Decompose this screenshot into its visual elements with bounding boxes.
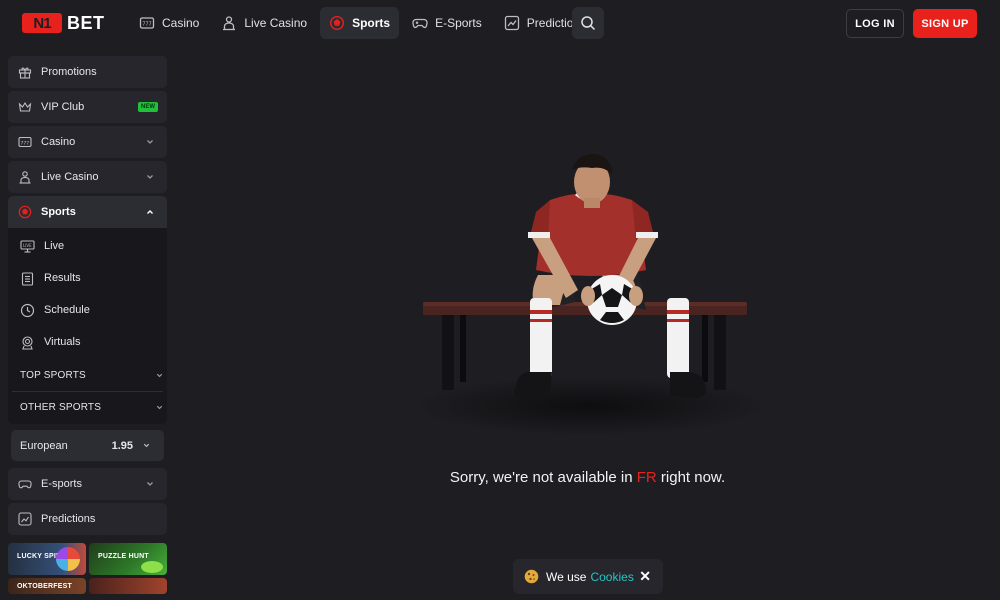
chevron-down-icon (156, 373, 163, 377)
promo-label: PUZZLE HUNT (98, 553, 149, 560)
gamepad-icon (412, 18, 428, 28)
cookie-icon (524, 569, 539, 584)
dealer-icon (223, 16, 236, 31)
geo-restriction-message: Sorry, we're not available in FR right n… (400, 469, 775, 486)
promo-lucky-spin[interactable]: LUCKY SPIN (8, 543, 86, 575)
nav-esports[interactable]: E-Sports (403, 7, 491, 39)
chevron-down-icon (147, 175, 153, 179)
promo-puzzle-hunt[interactable]: PUZZLE HUNT (89, 543, 167, 575)
chevron-down-icon (156, 405, 163, 409)
sidebar-item-casino[interactable]: 777 Casino (8, 126, 167, 158)
sports-submenu: LIVE Live Results Schedule Virtuals TOP … (8, 228, 167, 424)
clipboard-icon (21, 271, 34, 286)
svg-text:777: 777 (142, 22, 152, 28)
gift-icon (18, 67, 32, 79)
chevron-up-icon (147, 210, 153, 214)
top-sports-label: TOP SPORTS (20, 369, 86, 381)
sidebar-item-label: Predictions (41, 513, 96, 525)
other-sports-toggle[interactable]: OTHER SPORTS (20, 398, 163, 416)
chevron-down-icon (147, 482, 153, 486)
trend-chart-icon (18, 512, 32, 526)
country-code: FR (636, 469, 657, 486)
clock-icon (20, 303, 35, 317)
divider (12, 391, 163, 392)
sidebar-item-vip-club[interactable]: VIP Club NEW (8, 91, 167, 123)
top-header: N1 BET 777 Casino Live Casino Sports E-S… (0, 0, 1000, 46)
crown-icon (18, 101, 32, 112)
new-badge: NEW (138, 102, 158, 112)
svg-text:LIVE: LIVE (23, 242, 32, 247)
nav-sports[interactable]: Sports (320, 7, 400, 39)
login-button[interactable]: LOG IN (846, 9, 904, 38)
svg-text:777: 777 (21, 140, 30, 146)
slot-machine-icon: 777 (139, 17, 155, 29)
sub-item-label: Schedule (44, 304, 90, 316)
message-before: Sorry, we're not available in (449, 469, 637, 486)
search-button[interactable] (572, 7, 604, 39)
sidebar-item-label: Live Casino (41, 171, 99, 183)
close-icon[interactable]: ✕ (639, 568, 651, 585)
sub-item-label: Results (44, 272, 81, 284)
chevron-down-icon (147, 140, 153, 144)
puzzle-piece-icon (141, 561, 163, 573)
promo-tile[interactable] (89, 578, 167, 594)
sidebar-item-label: Casino (41, 136, 76, 148)
nav-casino[interactable]: 777 Casino (130, 7, 208, 39)
soccer-ball-icon (18, 205, 32, 219)
chevron-down-icon (143, 443, 150, 448)
message-after: right now. (656, 469, 726, 486)
odds-format-value: 1.95 (111, 439, 133, 452)
signup-button[interactable]: SIGN UP (913, 9, 977, 38)
nav-live-casino[interactable]: Live Casino (212, 7, 316, 39)
n1bet-logo[interactable]: N1 BET (22, 12, 105, 34)
odds-format-select[interactable]: European 1.95 (11, 430, 164, 461)
slot-machine-icon: 777 (18, 136, 32, 148)
trend-chart-icon (504, 15, 519, 31)
sub-item-label: Virtuals (44, 336, 81, 348)
live-tv-icon: LIVE (20, 239, 35, 253)
player-on-bench-image (423, 154, 747, 398)
nav-label: E-Sports (435, 16, 482, 30)
nav-label: Casino (162, 16, 200, 30)
promo-oktoberfest[interactable]: OKTOBERFEST (8, 578, 86, 594)
logo-text: BET (67, 12, 105, 33)
nav-label: Live Casino (244, 16, 308, 30)
cookie-text: We use (546, 569, 587, 584)
virtual-headset-icon (22, 335, 33, 350)
nav-label: Sports (352, 16, 391, 30)
sub-item-label: Live (44, 240, 65, 252)
search-icon (581, 16, 596, 31)
sub-item-virtuals[interactable]: Virtuals (20, 332, 80, 352)
spin-wheel-icon (56, 547, 80, 571)
sidebar-item-live-casino[interactable]: Live Casino (8, 161, 167, 193)
sad-player-illustration (400, 140, 780, 440)
soccer-ball-icon (330, 15, 345, 31)
other-sports-label: OTHER SPORTS (20, 401, 102, 413)
sidebar-item-label: Sports (41, 206, 76, 218)
cookie-link[interactable]: Cookies (590, 570, 633, 584)
dealer-icon (19, 171, 31, 184)
cookie-banner: We use Cookies ✕ (513, 559, 663, 594)
sidebar-item-predictions[interactable]: Predictions (8, 503, 167, 535)
logo-mark: N1 (22, 13, 62, 33)
gamepad-icon (18, 480, 32, 489)
sidebar-item-esports[interactable]: E-sports (8, 468, 167, 500)
main-nav: 777 Casino Live Casino Sports E-Sports P… (130, 7, 595, 39)
sub-item-live[interactable]: LIVE Live (20, 236, 64, 256)
sidebar-item-label: E-sports (41, 478, 82, 490)
sidebar-item-sports[interactable]: Sports (8, 196, 167, 228)
sidebar-item-label: Promotions (41, 66, 97, 78)
sub-item-results[interactable]: Results (20, 268, 81, 288)
odds-format-label: European (20, 439, 68, 452)
promo-label: OKTOBERFEST (17, 583, 72, 590)
top-sports-toggle[interactable]: TOP SPORTS (20, 366, 163, 384)
sub-item-schedule[interactable]: Schedule (20, 300, 90, 320)
promo-label: LUCKY SPIN (17, 553, 62, 560)
sidebar-item-promotions[interactable]: Promotions (8, 56, 167, 88)
sidebar-item-label: VIP Club (41, 101, 85, 113)
